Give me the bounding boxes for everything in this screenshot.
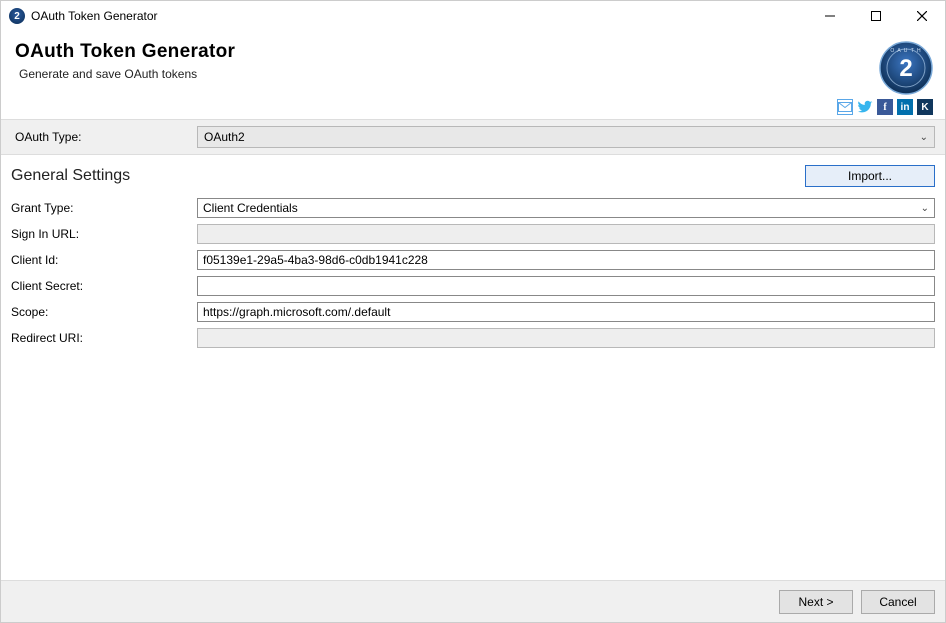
grant-type-label: Grant Type: [11, 201, 197, 215]
mail-icon[interactable] [837, 99, 853, 115]
window-controls [807, 1, 945, 31]
sign-in-url-input [203, 225, 929, 243]
oauth-type-row: OAuth Type: OAuth2 ⌄ [1, 120, 945, 155]
redirect-uri-label: Redirect URI: [11, 331, 197, 345]
oauth-type-select[interactable]: OAuth2 ⌄ [197, 126, 935, 148]
client-id-field[interactable] [197, 250, 935, 270]
page-subtitle: Generate and save OAuth tokens [19, 67, 879, 81]
grant-type-value: Client Credentials [203, 201, 298, 215]
page-title: OAuth Token Generator [15, 41, 879, 63]
scope-label: Scope: [11, 305, 197, 319]
linkedin-icon[interactable]: in [897, 99, 913, 115]
title-bar: 2 OAuth Token Generator [1, 1, 945, 31]
header: OAuth Token Generator Generate and save … [1, 31, 945, 120]
chevron-down-icon: ⌄ [921, 203, 929, 214]
oauth-type-value: OAuth2 [204, 130, 245, 144]
client-secret-field[interactable] [197, 276, 935, 296]
oauth-logo: 2 O A U T H [879, 41, 933, 95]
sign-in-url-field [197, 224, 935, 244]
twitter-icon[interactable] [857, 99, 873, 115]
oauth-type-label: OAuth Type: [11, 130, 197, 144]
chevron-down-icon: ⌄ [920, 132, 928, 143]
redirect-uri-input [203, 329, 929, 347]
facebook-icon[interactable]: f [877, 99, 893, 115]
client-id-label: Client Id: [11, 253, 197, 267]
next-button[interactable]: Next > [779, 590, 853, 614]
grant-type-select[interactable]: Client Credentials ⌄ [197, 198, 935, 218]
minimize-button[interactable] [807, 1, 853, 31]
cancel-button[interactable]: Cancel [861, 590, 935, 614]
client-secret-input[interactable] [203, 277, 929, 295]
svg-text:O A U T H: O A U T H [890, 48, 921, 54]
general-settings-heading: General Settings [11, 167, 130, 185]
svg-text:2: 2 [899, 55, 912, 82]
scope-field[interactable] [197, 302, 935, 322]
redirect-uri-field [197, 328, 935, 348]
client-id-input[interactable] [203, 251, 929, 269]
social-links: f in K [15, 95, 933, 115]
wizard-footer: Next > Cancel [1, 580, 945, 622]
app-icon: 2 [9, 8, 25, 24]
general-settings-panel: General Settings Import... Grant Type: C… [1, 155, 945, 580]
import-button[interactable]: Import... [805, 165, 935, 187]
client-secret-label: Client Secret: [11, 279, 197, 293]
sign-in-url-label: Sign In URL: [11, 227, 197, 241]
window-title: OAuth Token Generator [31, 9, 158, 23]
scope-input[interactable] [203, 303, 929, 321]
close-button[interactable] [899, 1, 945, 31]
k-icon[interactable]: K [917, 99, 933, 115]
maximize-button[interactable] [853, 1, 899, 31]
